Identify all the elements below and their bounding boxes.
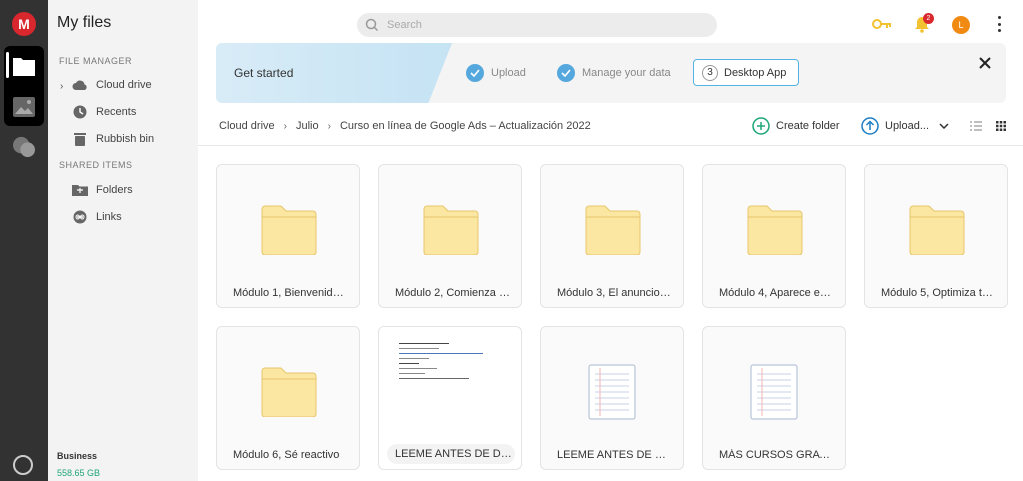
folder-card[interactable]: Módulo 3, El anuncio perfecto	[540, 164, 684, 308]
chevron-right-icon: ›	[283, 120, 287, 132]
sidebar-item-recents[interactable]: Recents	[72, 102, 136, 122]
plus-circle-icon	[752, 117, 770, 135]
file-name: LEEME ANTES DE DESCARGAR	[557, 449, 673, 461]
list-view-icon[interactable]	[970, 121, 982, 131]
shared-folder-icon	[72, 182, 88, 198]
folder-icon	[747, 205, 803, 255]
sidebar-item-label: Links	[96, 211, 122, 223]
folder-card[interactable]: Módulo 6, Sé reactivo	[216, 326, 360, 470]
breadcrumb: Cloud drive › Julio › Curso en línea de …	[219, 120, 591, 132]
text-file-icon	[750, 364, 798, 420]
chevron-right-icon: ›	[327, 120, 331, 132]
file-name: Módulo 6, Sé reactivo	[233, 449, 340, 461]
breadcrumb-item[interactable]: Julio	[296, 120, 319, 132]
file-name: Módulo 3, El anuncio perfecto	[557, 287, 673, 299]
mega-logo[interactable]: M	[12, 12, 36, 36]
folder-card[interactable]: Módulo 1, Bienvenido a Google Ads	[216, 164, 360, 308]
document-thumbnail	[399, 343, 483, 407]
trash-icon	[72, 131, 88, 147]
settings-rail-icon[interactable]	[13, 455, 33, 475]
file-name: LEEME ANTES DE DESCARGAR	[387, 444, 515, 464]
sidebar: My files FILE MANAGER › Cloud drive Rece…	[48, 0, 198, 481]
key-icon[interactable]	[872, 18, 892, 30]
folder-icon	[909, 205, 965, 255]
file-manager-label: FILE MANAGER	[59, 56, 133, 66]
breadcrumb-item[interactable]: Curso en línea de Google Ads – Actualiza…	[340, 120, 591, 132]
document-card[interactable]: LEEME ANTES DE DESCARGAR	[378, 326, 522, 470]
grid-view-icon[interactable]	[996, 121, 1006, 131]
upload-button[interactable]: Upload...	[861, 117, 949, 135]
photos-rail-icon[interactable]	[12, 96, 36, 118]
chat-rail-icon[interactable]	[12, 136, 36, 158]
storage-used[interactable]: 558.65 GB	[57, 468, 100, 478]
file-name: MÁS CURSOS GRATIS	[719, 449, 835, 461]
step-desktop-app[interactable]: 3 Desktop App	[693, 59, 799, 86]
sidebar-item-rubbish-bin[interactable]: Rubbish bin	[72, 129, 154, 149]
sidebar-item-label: Folders	[96, 184, 133, 196]
app-rail: M	[0, 0, 48, 481]
upload-label: Upload...	[885, 120, 930, 132]
sidebar-item-label: Recents	[96, 106, 137, 118]
sidebar-item-folders[interactable]: Folders	[72, 180, 133, 200]
folder-card[interactable]: Módulo 5, Optimiza tu campaña	[864, 164, 1008, 308]
search-icon	[365, 18, 379, 32]
close-icon[interactable]	[978, 56, 992, 70]
step-label: Upload	[491, 67, 526, 79]
file-name: Módulo 4, Aparece en Google	[719, 287, 835, 299]
cloud-icon	[72, 77, 88, 93]
folder-icon	[261, 367, 317, 417]
avatar[interactable]: L	[952, 16, 970, 34]
get-started-banner: Get started Upload Manage your data 3 De…	[216, 43, 1006, 103]
folder-icon	[423, 205, 479, 255]
step-label: Manage your data	[582, 67, 671, 79]
link-icon	[72, 209, 88, 225]
upload-icon	[861, 117, 879, 135]
clock-icon	[72, 104, 88, 120]
file-name: Módulo 1, Bienvenido a Google Ads	[233, 287, 349, 299]
sidebar-item-label: Rubbish bin	[96, 133, 155, 145]
folder-icon	[261, 205, 317, 255]
create-folder-button[interactable]: Create folder	[752, 117, 840, 135]
chevron-down-icon	[939, 123, 949, 129]
search-input[interactable]	[387, 19, 687, 31]
shared-items-label: SHARED ITEMS	[59, 160, 133, 170]
chevron-right-icon[interactable]: ›	[60, 81, 63, 92]
cloud-drive-rail-icon[interactable]	[12, 55, 36, 77]
text-file-card[interactable]: LEEME ANTES DE DESCARGAR	[540, 326, 684, 470]
sidebar-item-cloud-drive[interactable]: Cloud drive	[72, 75, 152, 95]
step-label: Desktop App	[724, 66, 787, 79]
rail-active-indicator	[6, 52, 9, 78]
file-name: Módulo 5, Optimiza tu campaña	[881, 287, 997, 299]
notification-badge: 2	[923, 13, 934, 24]
text-file-icon	[588, 364, 636, 420]
file-name: Módulo 2, Comienza a crear	[395, 287, 511, 299]
search-bar[interactable]	[357, 13, 717, 37]
banner-title: Get started	[234, 66, 294, 80]
folder-card[interactable]: Módulo 2, Comienza a crear	[378, 164, 522, 308]
plan-label: Business	[57, 451, 98, 461]
folder-icon	[585, 205, 641, 255]
more-menu-icon[interactable]	[997, 16, 1001, 32]
check-icon	[557, 64, 575, 82]
step-manage-data[interactable]: Manage your data	[557, 64, 671, 82]
breadcrumb-item[interactable]: Cloud drive	[219, 120, 275, 132]
sidebar-item-label: Cloud drive	[96, 79, 152, 91]
step-number: 3	[702, 64, 718, 81]
text-file-card[interactable]: MÁS CURSOS GRATIS	[702, 326, 846, 470]
folder-card[interactable]: Módulo 4, Aparece en Google	[702, 164, 846, 308]
toolbar-divider	[198, 145, 1023, 146]
check-icon	[466, 64, 484, 82]
create-folder-label: Create folder	[776, 120, 840, 132]
step-upload[interactable]: Upload	[466, 64, 526, 82]
page-title: My files	[57, 14, 112, 31]
sidebar-item-links[interactable]: Links	[72, 207, 122, 227]
